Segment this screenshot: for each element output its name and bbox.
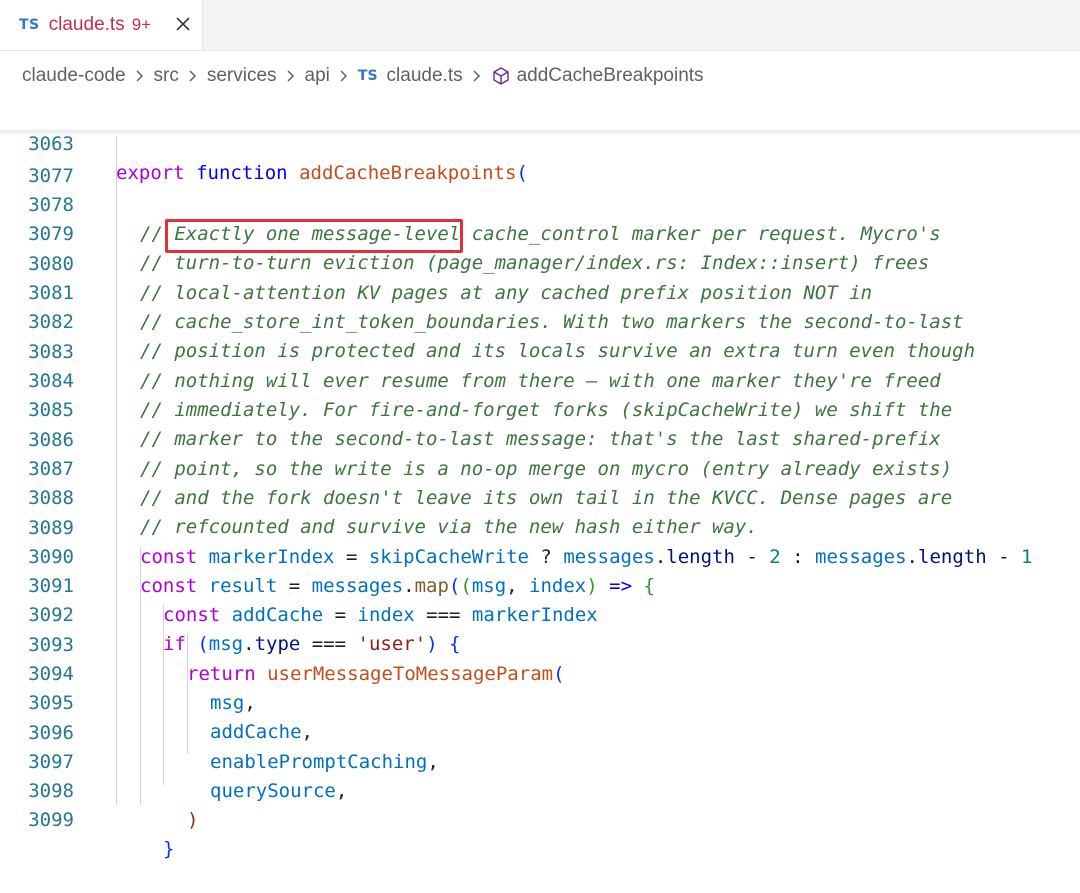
code-line[interactable]: 3080 // local-attention KV pages at any … [0, 221, 1080, 304]
code-line[interactable]: 3096 enablePromptCaching, [0, 690, 1080, 773]
code-line[interactable]: 3081 // cache_store_int_token_boundaries… [0, 250, 1080, 333]
highlight-annotation-box [165, 219, 463, 253]
breadcrumb-item-file[interactable]: claude.ts [387, 65, 463, 87]
breadcrumb-item-src[interactable]: src [154, 65, 179, 87]
code-text: } [163, 838, 175, 860]
code-editor[interactable]: 3063 export function addCacheBreakpoints… [0, 101, 1080, 860]
sticky-scroll-line[interactable]: 3063 export function addCacheBreakpoints… [0, 101, 1080, 184]
typescript-file-icon: TS [19, 17, 40, 33]
breadcrumb-item-symbol[interactable]: addCacheBreakpoints [517, 65, 704, 87]
breadcrumb-item-api[interactable]: api [305, 65, 330, 87]
editor-tab-bar: TS claude.ts 9+ [0, 0, 1080, 51]
code-line[interactable]: 3087 // and the fork doesn't leave its o… [0, 426, 1080, 509]
code-line[interactable]: 3097 querySource, [0, 719, 1080, 802]
chevron-right-icon [339, 69, 349, 83]
code-line[interactable]: 3079 // turn-to-turn eviction (page_mana… [0, 191, 1080, 274]
typescript-file-icon: TS [357, 68, 378, 84]
code-line[interactable]: 3083 // nothing will ever resume from th… [0, 309, 1080, 392]
tab-claude-ts[interactable]: TS claude.ts 9+ [0, 0, 203, 50]
code-line[interactable]: 3078 // Exactly one message-level cache_… [0, 162, 1080, 245]
chevron-right-icon [135, 69, 145, 83]
code-line[interactable]: 3086 // point, so the write is a no-op m… [0, 397, 1080, 480]
code-line[interactable]: 3093 return userMessageToMessageParam( [0, 602, 1080, 685]
code-line[interactable]: 3084 // immediately. For fire-and-forget… [0, 338, 1080, 421]
chevron-right-icon [188, 69, 198, 83]
code-line[interactable]: 3098 ) [0, 748, 1080, 831]
breadcrumb: claude-code src services api TS claude.t… [0, 51, 1080, 101]
code-line[interactable]: 3095 addCache, [0, 660, 1080, 743]
code-line[interactable]: 3089 const markerIndex = skipCacheWrite … [0, 485, 1080, 568]
line-number: 3099 [28, 809, 74, 831]
code-line[interactable]: 3077 [0, 133, 1080, 187]
chevron-right-icon [286, 69, 296, 83]
tab-problem-count: 9+ [131, 15, 152, 34]
tab-file-name: claude.ts [48, 14, 125, 35]
code-line[interactable]: 3082 // position is protected and its lo… [0, 279, 1080, 362]
code-line[interactable]: 3091 const addCache = index === markerIn… [0, 543, 1080, 626]
code-text: ) [187, 809, 199, 831]
breadcrumb-item-claude-code[interactable]: claude-code [22, 65, 126, 87]
code-line[interactable]: 3088 // refcounted and survive via the n… [0, 455, 1080, 538]
code-line[interactable]: 3085 // marker to the second-to-last mes… [0, 367, 1080, 450]
chevron-right-icon [472, 69, 482, 83]
method-cube-icon [491, 66, 511, 86]
code-line[interactable]: 3090 const result = messages.map((msg, i… [0, 514, 1080, 597]
code-line[interactable]: 3099 } [0, 777, 1080, 860]
code-line[interactable]: 3092 if (msg.type === 'user') { [0, 572, 1080, 655]
code-line[interactable]: 3094 msg, [0, 631, 1080, 714]
breadcrumb-item-services[interactable]: services [207, 65, 277, 87]
close-icon[interactable] [174, 15, 192, 33]
